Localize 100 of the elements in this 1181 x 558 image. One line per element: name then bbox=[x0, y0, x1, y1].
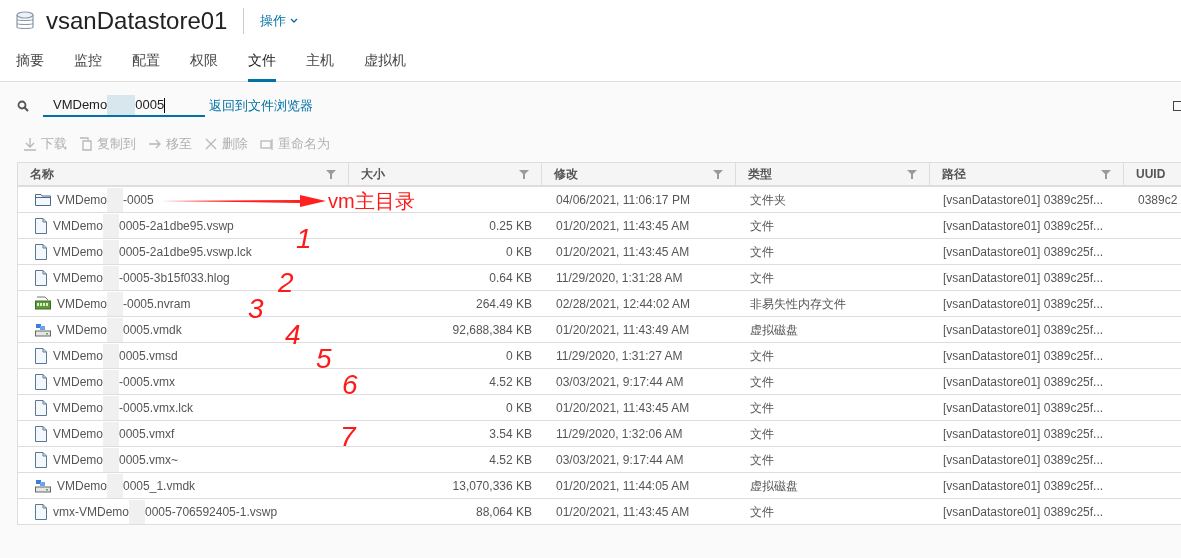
filter-icon[interactable] bbox=[519, 169, 529, 179]
annotation-number: 6 bbox=[342, 368, 358, 402]
table-cell-text: [vsanDatastore01] 0389c25f... bbox=[943, 451, 1104, 469]
table-cell-text: VMDemo bbox=[57, 295, 107, 313]
table-cell-text: 0005_1.vmdk bbox=[123, 477, 196, 495]
table-cell-text: 0005.vmx~ bbox=[119, 451, 179, 469]
table-cell-text: 文件 bbox=[750, 451, 774, 469]
table-cell-text: 非易失性内存文件 bbox=[750, 295, 846, 313]
table-cell-text: 0005-706592405-1.vswp bbox=[145, 503, 278, 521]
caret-icon bbox=[290, 18, 299, 24]
table-cell-text: VMDemo bbox=[53, 425, 103, 443]
table-cell-text: 文件夹 bbox=[750, 191, 786, 209]
column-header[interactable]: UUID bbox=[1124, 163, 1181, 185]
table-cell-text: 0005.vmxf bbox=[119, 425, 175, 443]
back-link[interactable]: 返回到文件浏览器 bbox=[209, 96, 313, 116]
table-cell-text: 文件 bbox=[750, 243, 774, 261]
search-field[interactable]: VMDemo 0005 bbox=[43, 95, 205, 117]
disk-icon bbox=[35, 478, 51, 493]
blur-mask bbox=[103, 343, 119, 368]
table-cell-text: 01/20/2021, 11:44:05 AM bbox=[556, 477, 690, 495]
search-icon bbox=[17, 100, 29, 112]
memory-chip-icon bbox=[35, 295, 51, 312]
table-cell-text: [vsanDatastore01] 0389c25f... bbox=[943, 321, 1104, 339]
filter-icon[interactable] bbox=[326, 169, 336, 179]
blur-mask bbox=[103, 395, 119, 420]
table-cell-text: vmx-VMDemo bbox=[53, 503, 129, 521]
file-icon bbox=[35, 217, 47, 234]
filter-icon[interactable] bbox=[1101, 169, 1111, 179]
file-icon bbox=[35, 243, 47, 260]
actions-menu[interactable]: 操作 bbox=[260, 11, 299, 31]
blur-mask bbox=[107, 473, 123, 498]
table-cell-text: [vsanDatastore01] 0389c25f... bbox=[943, 347, 1104, 365]
file-icon bbox=[35, 373, 47, 390]
column-header[interactable]: 路径 bbox=[930, 163, 1124, 185]
table-cell-text: 0005-2a1dbe95.vswp.lck bbox=[119, 243, 252, 261]
table-cell-text: -0005 bbox=[123, 191, 154, 209]
column-header[interactable]: 大小 bbox=[349, 163, 542, 185]
tab[interactable]: 监控 bbox=[74, 42, 102, 82]
table-cell-text: 92,688,384 KB bbox=[452, 321, 532, 339]
table-cell-text: 03/03/2021, 9:17:44 AM bbox=[556, 373, 684, 391]
table-cell-text: 11/29/2020, 1:31:27 AM bbox=[556, 347, 683, 365]
annotation-number: 7 bbox=[340, 420, 356, 454]
table-cell-text: 虚拟磁盘 bbox=[750, 477, 798, 495]
table-cell-text: 0 KB bbox=[506, 243, 532, 261]
table-cell-text: 文件 bbox=[750, 399, 774, 417]
table-cell-text: [vsanDatastore01] 0389c25f... bbox=[943, 399, 1104, 417]
table-cell-text: 01/20/2021, 11:43:45 AM bbox=[556, 217, 690, 235]
table-cell-text: 3.54 KB bbox=[489, 425, 532, 443]
tab[interactable]: 虚拟机 bbox=[364, 42, 406, 82]
close-icon bbox=[204, 137, 218, 151]
table-cell-text: 01/20/2021, 11:43:45 AM bbox=[556, 243, 690, 261]
table-cell-text: [vsanDatastore01] 0389c25f... bbox=[943, 217, 1104, 235]
tab[interactable]: 摘要 bbox=[16, 42, 44, 82]
table-cell-text: 01/20/2021, 11:43:49 AM bbox=[556, 321, 690, 339]
table-cell-text: 文件 bbox=[750, 503, 774, 521]
annotation-label: vm主目录 bbox=[328, 189, 415, 214]
table-cell-text: 02/28/2021, 12:44:02 AM bbox=[556, 295, 691, 313]
table-cell-text: 11/29/2020, 1:31:28 AM bbox=[556, 269, 683, 287]
column-header[interactable]: 修改 bbox=[542, 163, 736, 185]
table-cell-text: 0005.vmdk bbox=[123, 321, 182, 339]
filter-icon[interactable] bbox=[713, 169, 723, 179]
table-cell-text: -0005.vmx.lck bbox=[119, 399, 194, 417]
tab[interactable]: 权限 bbox=[190, 42, 218, 82]
blur-mask bbox=[103, 213, 119, 238]
blur-mask bbox=[103, 447, 119, 472]
table-cell-text: [vsanDatastore01] 0389c25f... bbox=[943, 503, 1104, 521]
table-cell-text: 文件 bbox=[750, 347, 774, 365]
table-cell-text: [vsanDatastore01] 0389c25f... bbox=[943, 295, 1104, 313]
file-icon bbox=[35, 425, 47, 442]
copy-icon bbox=[79, 137, 93, 151]
column-header[interactable]: 类型 bbox=[736, 163, 930, 185]
checkbox-icon[interactable] bbox=[1173, 101, 1181, 111]
table-cell-text: VMDemo bbox=[57, 191, 107, 209]
table-cell-text: VMDemo bbox=[57, 321, 107, 339]
table-cell-text: [vsanDatastore01] 0389c25f... bbox=[943, 243, 1104, 261]
annotation-number: 5 bbox=[316, 342, 332, 376]
column-header[interactable]: 名称 bbox=[18, 163, 349, 185]
table-cell-text: 0005.vmsd bbox=[119, 347, 178, 365]
tab[interactable]: 配置 bbox=[132, 42, 160, 82]
table-cell-text: 03/03/2021, 9:17:44 AM bbox=[556, 451, 684, 469]
table-cell-text: 文件 bbox=[750, 217, 774, 235]
table-cell-text: 0 KB bbox=[506, 399, 532, 417]
blur-mask bbox=[107, 317, 123, 342]
table-cell-text: 文件 bbox=[750, 373, 774, 391]
table-cell-text: 01/20/2021, 11:43:45 AM bbox=[556, 399, 690, 417]
annotation-number: 2 bbox=[278, 266, 294, 300]
file-icon bbox=[35, 451, 47, 468]
table-cell-text: 0 KB bbox=[506, 347, 532, 365]
table-cell-text: VMDemo bbox=[53, 243, 103, 261]
table-cell-text: 13,070,336 KB bbox=[452, 477, 532, 495]
tab[interactable]: 主机 bbox=[306, 42, 334, 82]
filter-icon[interactable] bbox=[907, 169, 917, 179]
file-icon bbox=[35, 347, 47, 364]
annotation-number: 3 bbox=[248, 292, 264, 326]
database-icon bbox=[16, 11, 34, 31]
table-cell-text: VMDemo bbox=[53, 217, 103, 235]
disk-icon bbox=[35, 322, 51, 337]
annotation-number: 1 bbox=[296, 222, 312, 256]
rename-icon bbox=[260, 137, 274, 151]
page-title: vsanDatastore01 bbox=[46, 6, 228, 36]
